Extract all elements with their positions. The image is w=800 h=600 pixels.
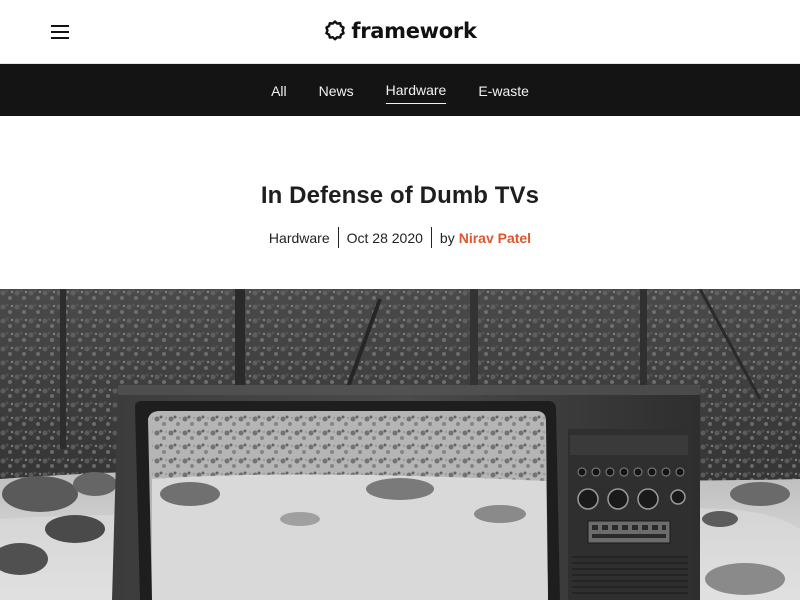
nav-item-hardware[interactable]: Hardware (385, 76, 447, 104)
article-title: In Defense of Dumb TVs (260, 182, 540, 209)
nav-item-e-waste[interactable]: E-waste (478, 77, 529, 104)
brand-logo[interactable]: framework (0, 18, 800, 44)
framework-gear-logo-icon (325, 20, 346, 41)
article-date: Oct 28 2020 (346, 229, 423, 246)
brand-name: framework (351, 19, 477, 43)
meta-divider (337, 227, 339, 248)
article-meta: Hardware Oct 28 2020 by Nirav Patel (269, 227, 531, 248)
top-bar: framework (0, 0, 800, 64)
nav-item-all[interactable]: All (271, 77, 287, 104)
category-nav: All News Hardware E-waste (0, 64, 800, 116)
meta-divider (430, 227, 432, 248)
by-label: by (439, 229, 455, 246)
tv-in-river-photo (0, 289, 800, 600)
article-category[interactable]: Hardware (269, 230, 330, 246)
author-link[interactable]: Nirav Patel (459, 230, 531, 246)
hero-image (0, 289, 800, 600)
nav-item-news[interactable]: News (319, 77, 354, 104)
article-header: In Defense of Dumb TVs Hardware Oct 28 2… (0, 116, 800, 289)
